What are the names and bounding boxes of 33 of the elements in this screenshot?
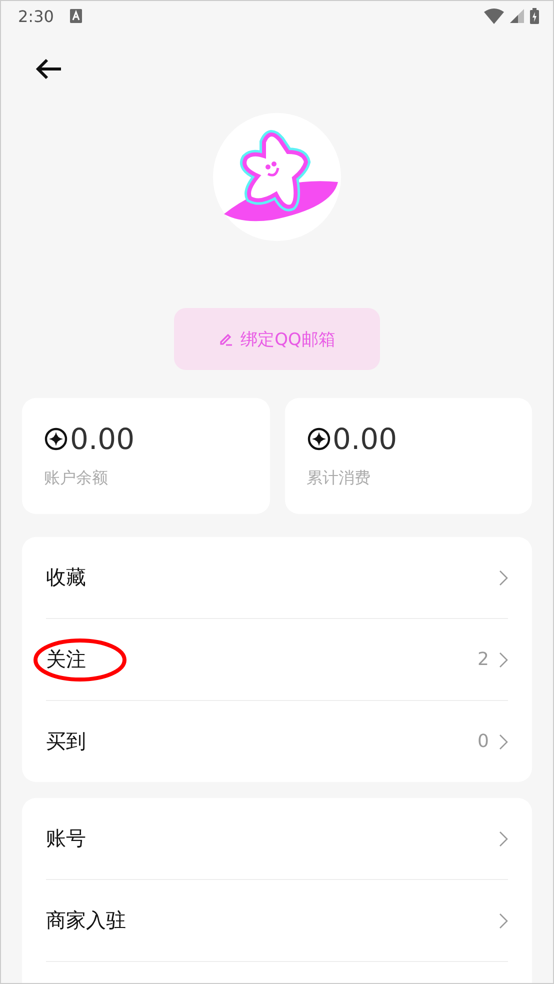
star-avatar[interactable]	[212, 112, 342, 242]
menu-item[interactable]: 买到 0	[46, 701, 508, 782]
menu-item[interactable]: 账号	[46, 798, 508, 879]
wifi-icon	[484, 8, 504, 24]
menu-label: 买到	[46, 728, 86, 755]
chevron-right-icon	[499, 734, 508, 750]
chevron-right-icon	[499, 830, 508, 846]
stat-label: 累计消费	[306, 468, 370, 489]
back-arrow-icon[interactable]	[36, 58, 62, 80]
notification-icon	[70, 9, 82, 23]
menu-label: 收藏	[46, 564, 86, 591]
menu-count: 2	[478, 649, 489, 670]
menu-item[interactable]: 商家入驻	[46, 880, 508, 961]
menu-count: 0	[478, 731, 489, 752]
menu-label: 商家入驻	[46, 907, 126, 934]
coin-icon	[306, 427, 330, 451]
stat-label: 账户余额	[44, 468, 108, 489]
chevron-right-icon	[499, 570, 508, 586]
menu-item[interactable]: 收藏	[46, 537, 508, 618]
status-time: 2:30	[18, 6, 54, 26]
menu-item[interactable]: 关注 2	[46, 619, 508, 700]
coin-icon	[44, 427, 68, 451]
menu-label: 关注	[46, 646, 86, 673]
chevron-right-icon	[499, 652, 508, 668]
menu-label: 账号	[46, 825, 86, 852]
chevron-right-icon	[499, 912, 508, 928]
stat-card[interactable]: 0.00 累计消费	[284, 398, 532, 514]
battery-icon	[530, 8, 539, 24]
stat-value: 0.00	[70, 422, 135, 456]
stat-card[interactable]: 0.00 账户余额	[22, 398, 270, 514]
signal-icon	[510, 9, 524, 23]
pencil-icon	[218, 332, 233, 346]
stat-value: 0.00	[332, 422, 398, 456]
